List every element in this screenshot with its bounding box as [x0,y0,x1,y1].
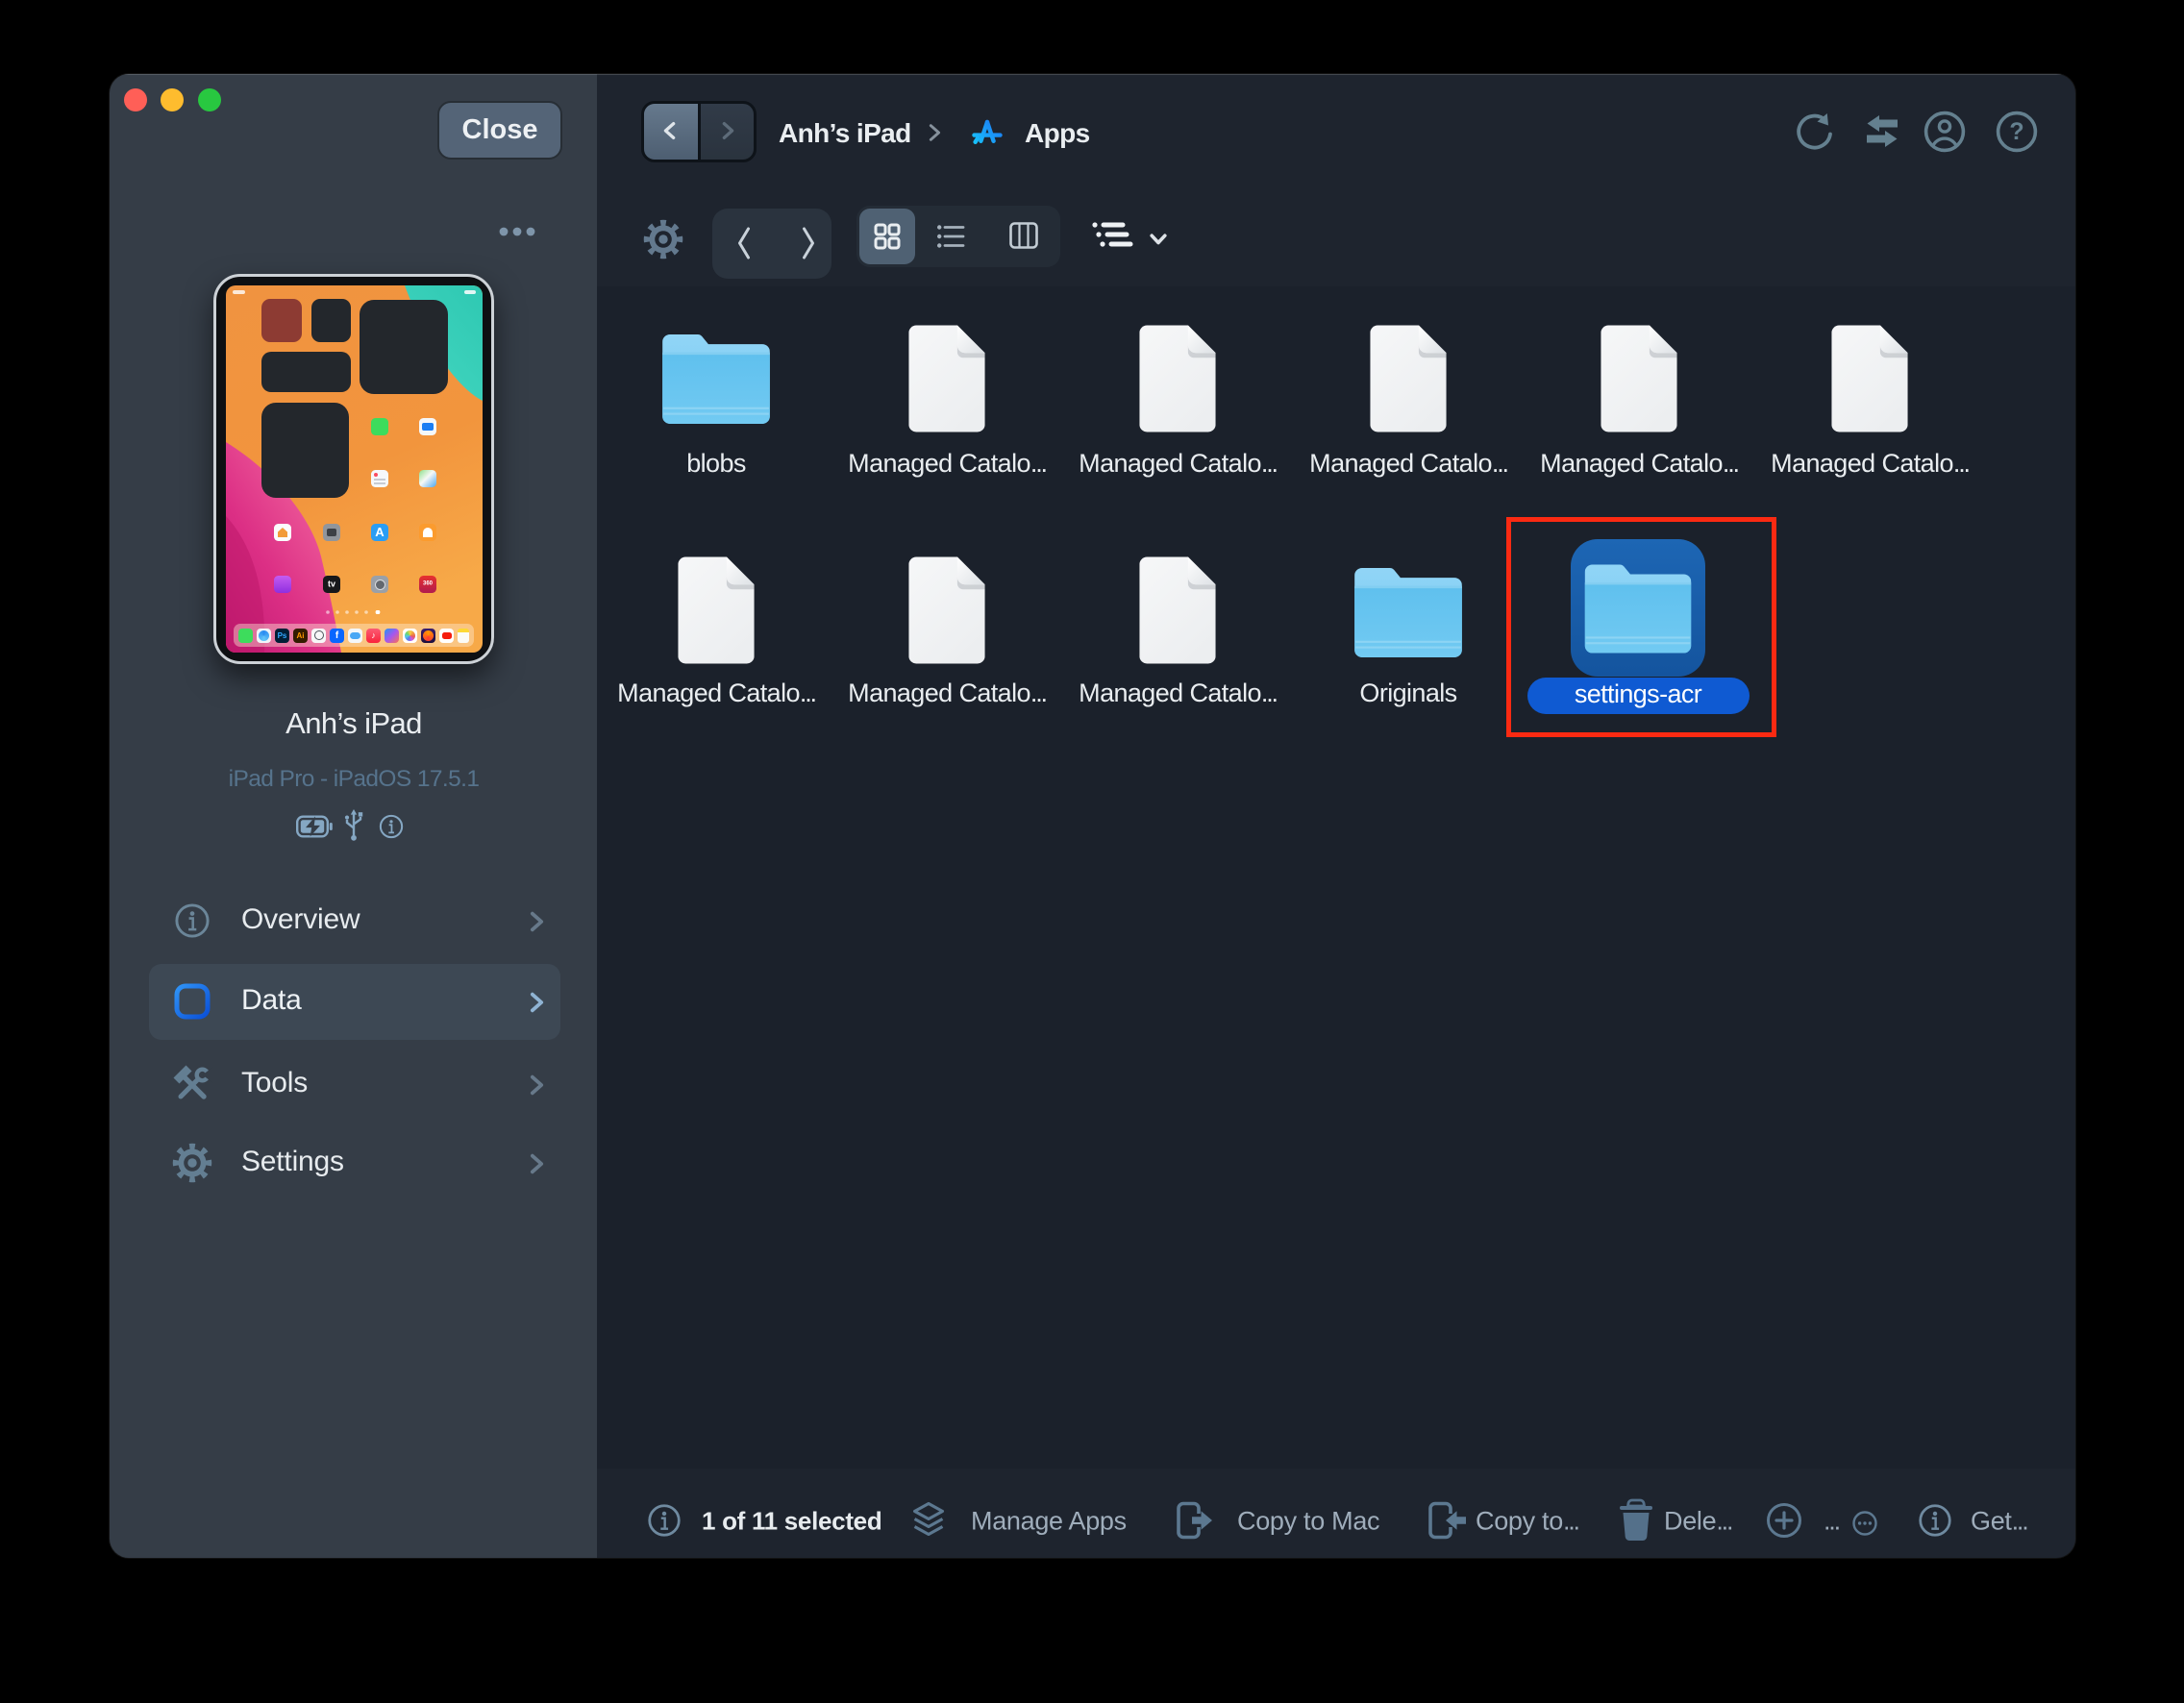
svg-text:?: ? [2009,118,2023,145]
